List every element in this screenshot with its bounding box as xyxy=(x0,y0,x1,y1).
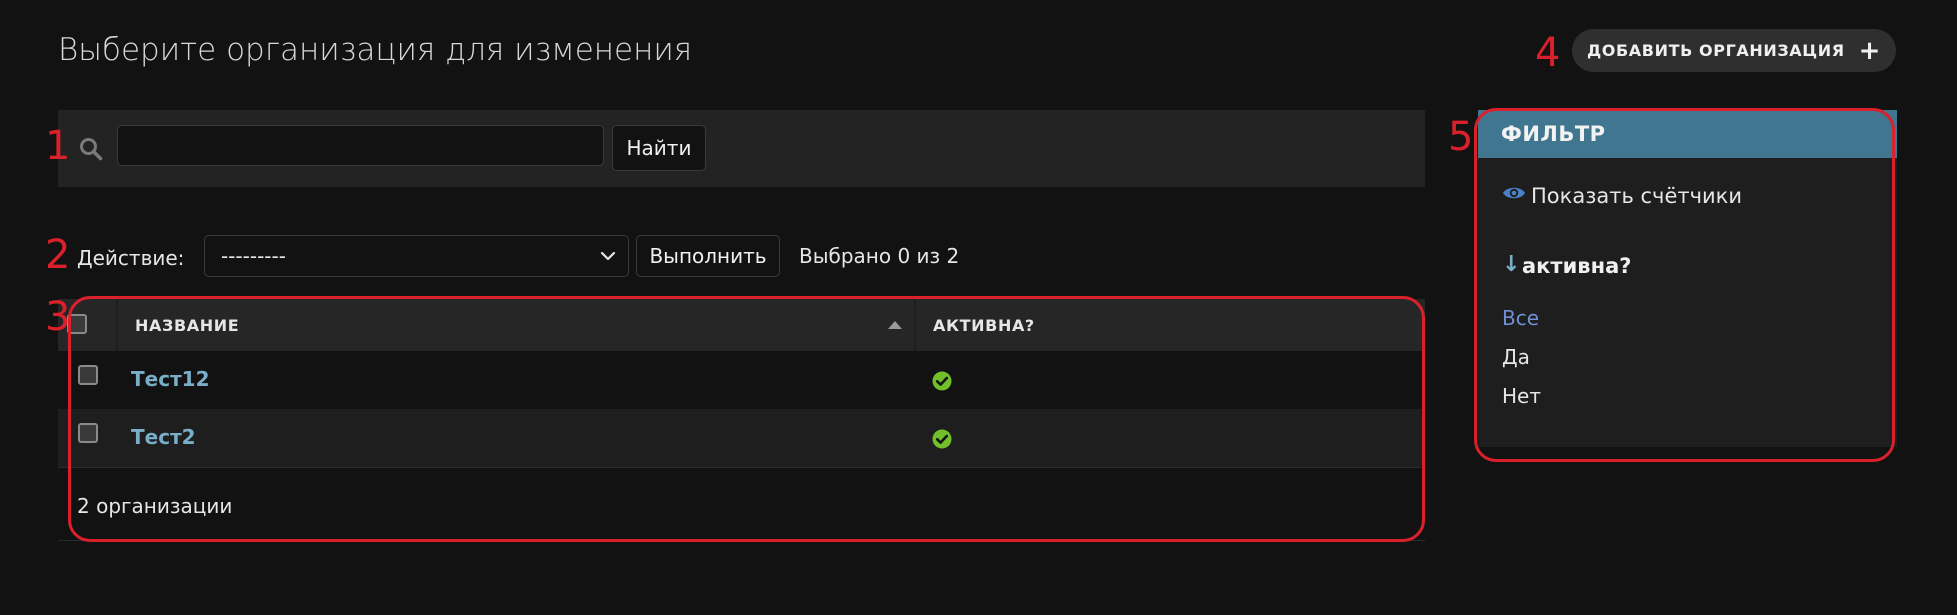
annotation-number: 1 xyxy=(45,123,71,169)
chevron-down-icon xyxy=(600,251,616,261)
annotation-highlight-box xyxy=(68,296,1425,542)
annotation-number: 4 xyxy=(1535,30,1561,76)
annotation-number: 3 xyxy=(45,294,71,340)
add-organization-label: ДОБАВИТЬ ОРГАНИЗАЦИЯ xyxy=(1586,41,1845,60)
search-icon xyxy=(80,138,103,161)
admin-changelist-page: Выберите организация для изменения ДОБАВ… xyxy=(0,0,1957,615)
action-select-value: --------- xyxy=(221,244,286,268)
action-select[interactable]: --------- xyxy=(204,235,629,277)
selection-counter: Выбрано 0 из 2 xyxy=(799,244,960,268)
annotation-number: 5 xyxy=(1448,114,1474,160)
search-input[interactable] xyxy=(117,125,604,166)
add-organization-button[interactable]: ДОБАВИТЬ ОРГАНИЗАЦИЯ + xyxy=(1572,29,1896,72)
annotation-highlight-box xyxy=(1474,108,1895,462)
action-label: Действие: xyxy=(77,246,185,270)
run-action-button[interactable]: Выполнить xyxy=(636,235,780,277)
page-title: Выберите организация для изменения xyxy=(58,32,693,68)
search-submit-button[interactable]: Найти xyxy=(612,125,706,171)
annotation-number: 2 xyxy=(45,232,71,278)
plus-icon: + xyxy=(1858,35,1882,66)
